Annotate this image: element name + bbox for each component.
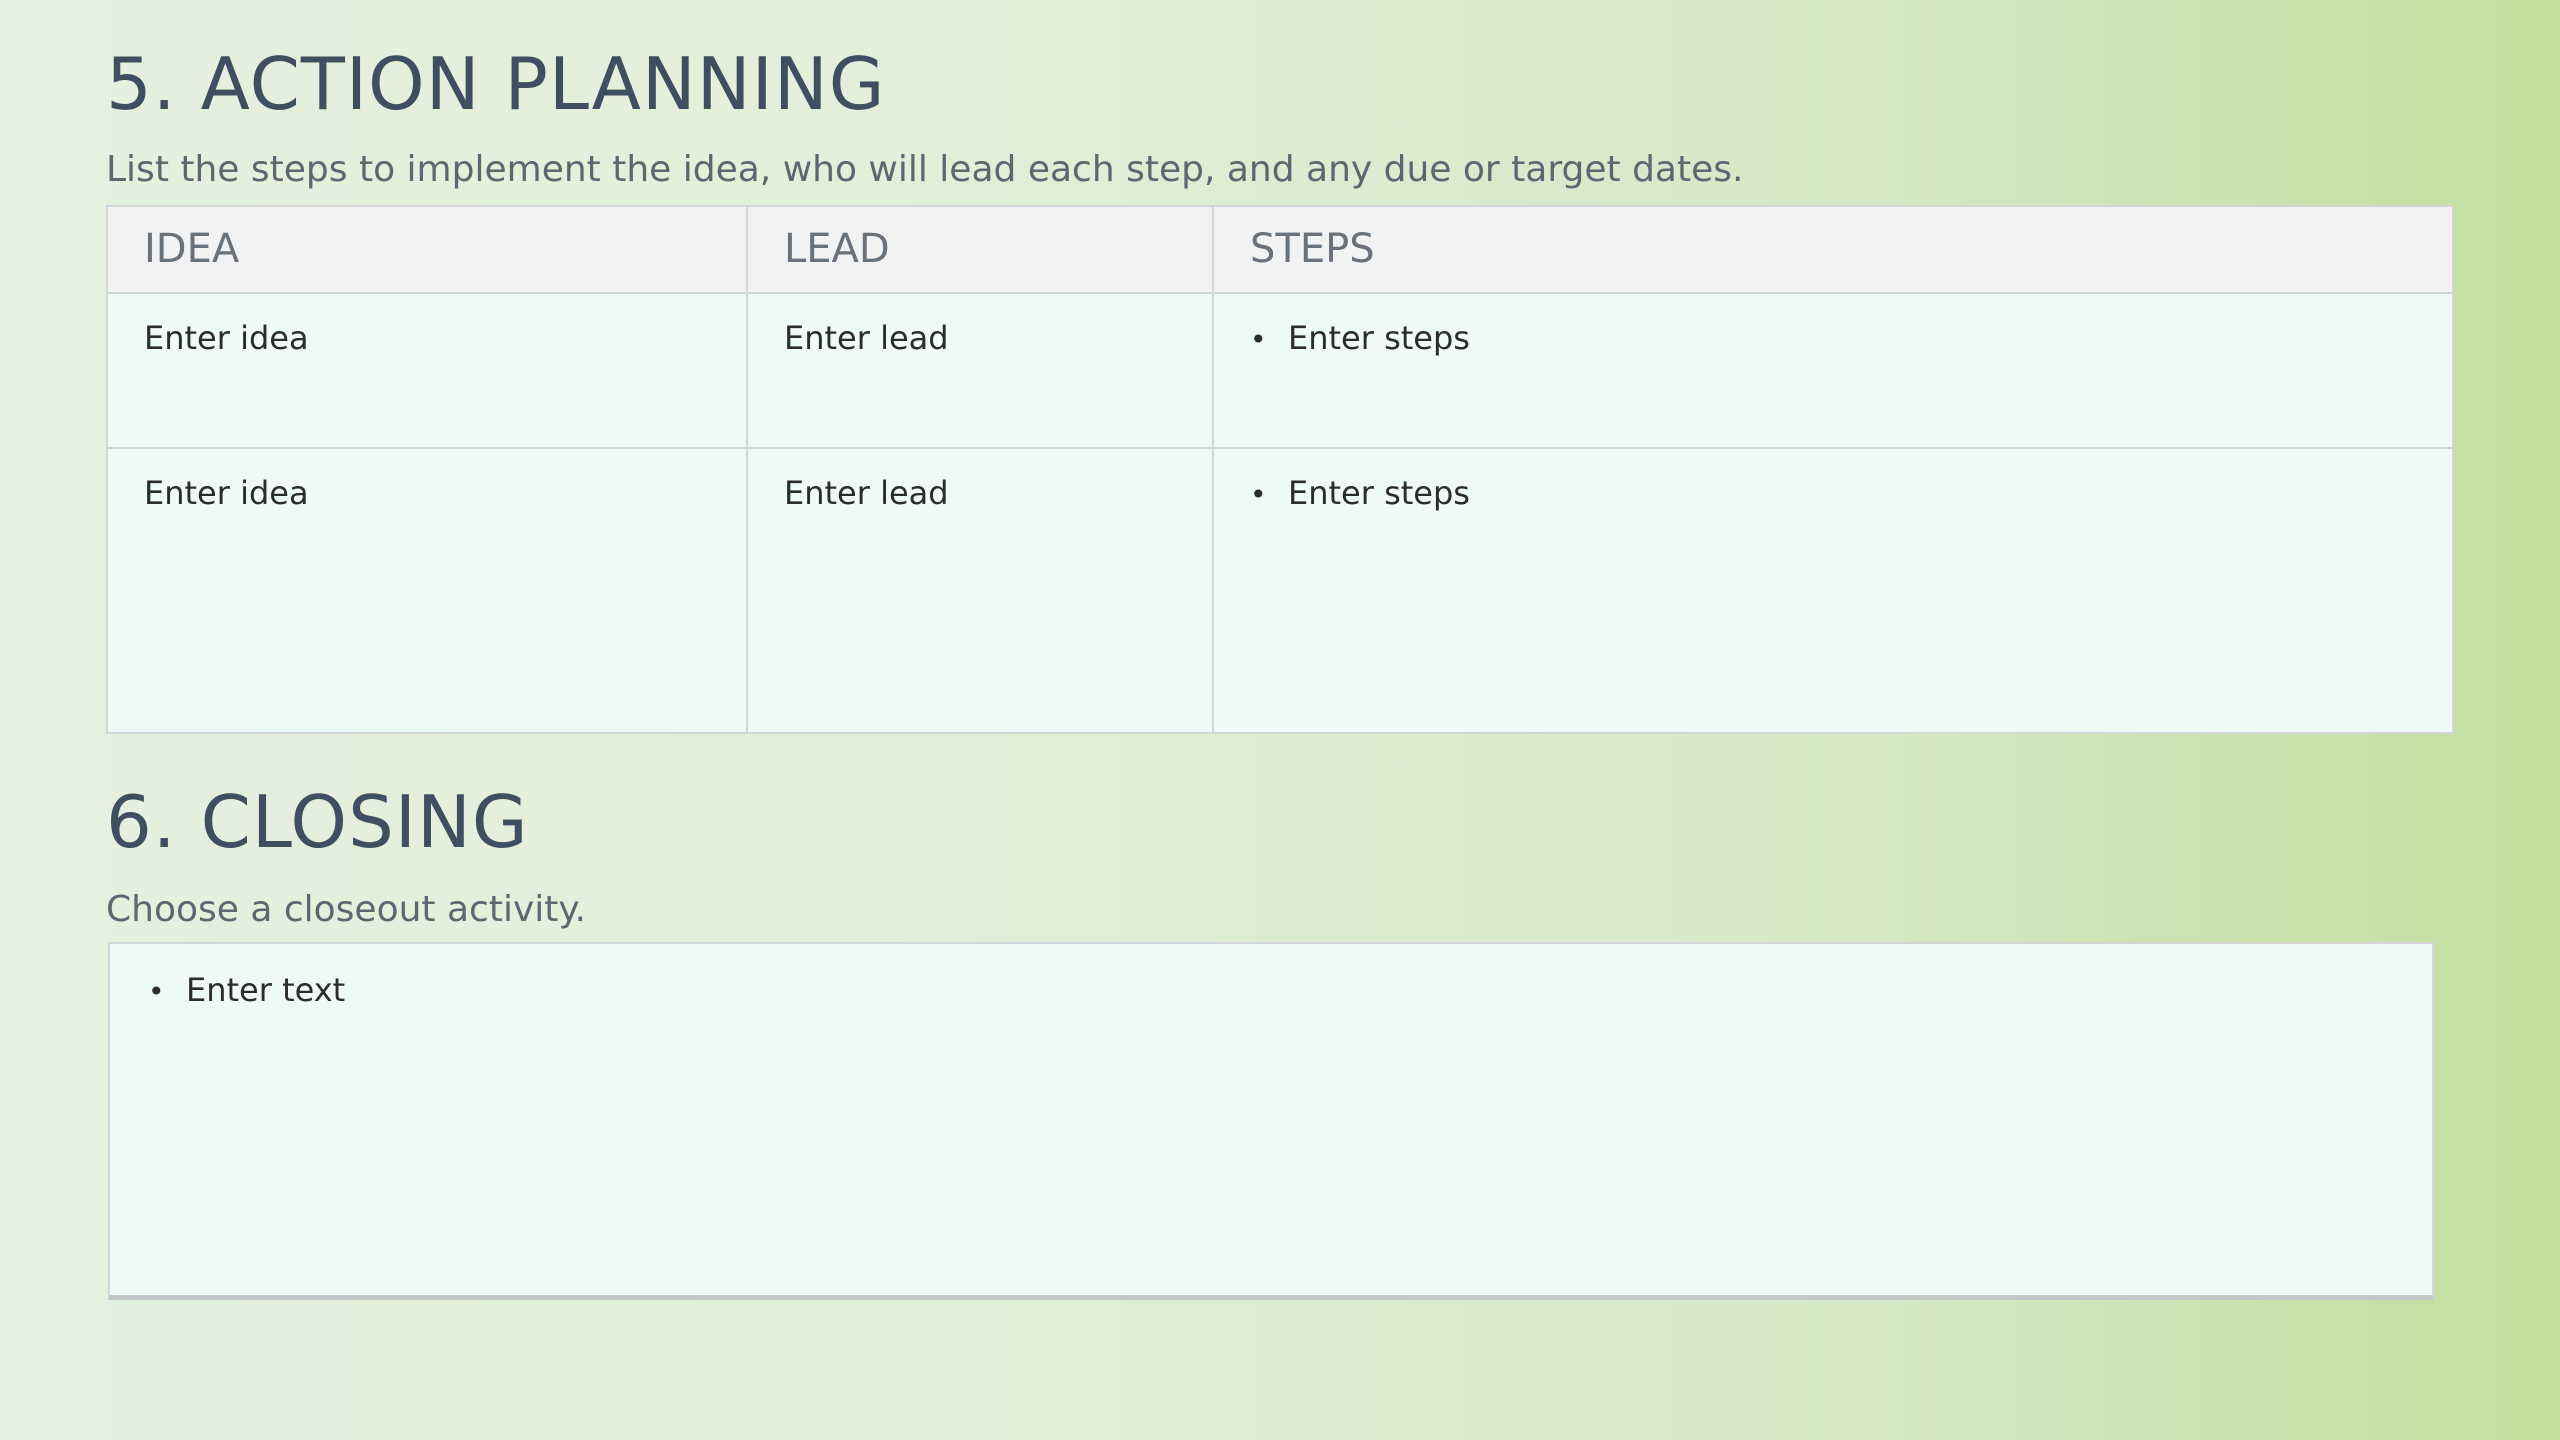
lead-text: Enter lead [784,474,949,512]
bullet-icon: • [1250,323,1267,356]
action-planning-title: 5. ACTION PLANNING [106,42,886,126]
lead-cell[interactable]: Enter lead [746,447,1214,734]
action-planning-description: List the steps to implement the idea, wh… [106,149,1744,190]
lead-cell[interactable]: Enter lead [746,292,1214,449]
steps-cell[interactable]: • Enter steps [1212,292,2454,449]
bullet-icon: • [148,975,165,1008]
steps-list-item: • Enter steps [1250,477,2452,509]
idea-cell[interactable]: Enter idea [106,292,748,449]
steps-text: Enter steps [1288,319,1470,357]
table-row: Enter idea Enter lead • Enter steps [106,447,2454,734]
column-header-lead: LEAD [746,205,1214,294]
closing-list-item: • Enter text [148,974,2432,1006]
bullet-icon: • [1250,478,1267,511]
table-header-row: IDEA LEAD STEPS [106,205,2454,294]
document-page: 5. ACTION PLANNING List the steps to imp… [0,0,2560,1440]
idea-cell[interactable]: Enter idea [106,447,748,734]
steps-list-item: • Enter steps [1250,322,2452,354]
idea-text: Enter idea [144,319,309,357]
column-header-idea: IDEA [106,205,748,294]
lead-text: Enter lead [784,319,949,357]
closing-item-text: Enter text [186,971,346,1009]
closing-text-box[interactable]: • Enter text [108,942,2434,1300]
idea-text: Enter idea [144,474,309,512]
closing-description: Choose a closeout activity. [106,889,586,930]
closing-title: 6. CLOSING [106,780,529,864]
column-header-steps: STEPS [1212,205,2454,294]
action-planning-table: IDEA LEAD STEPS Enter idea Enter lead • … [106,205,2454,734]
steps-text: Enter steps [1288,474,1470,512]
table-row: Enter idea Enter lead • Enter steps [106,292,2454,449]
steps-cell[interactable]: • Enter steps [1212,447,2454,734]
